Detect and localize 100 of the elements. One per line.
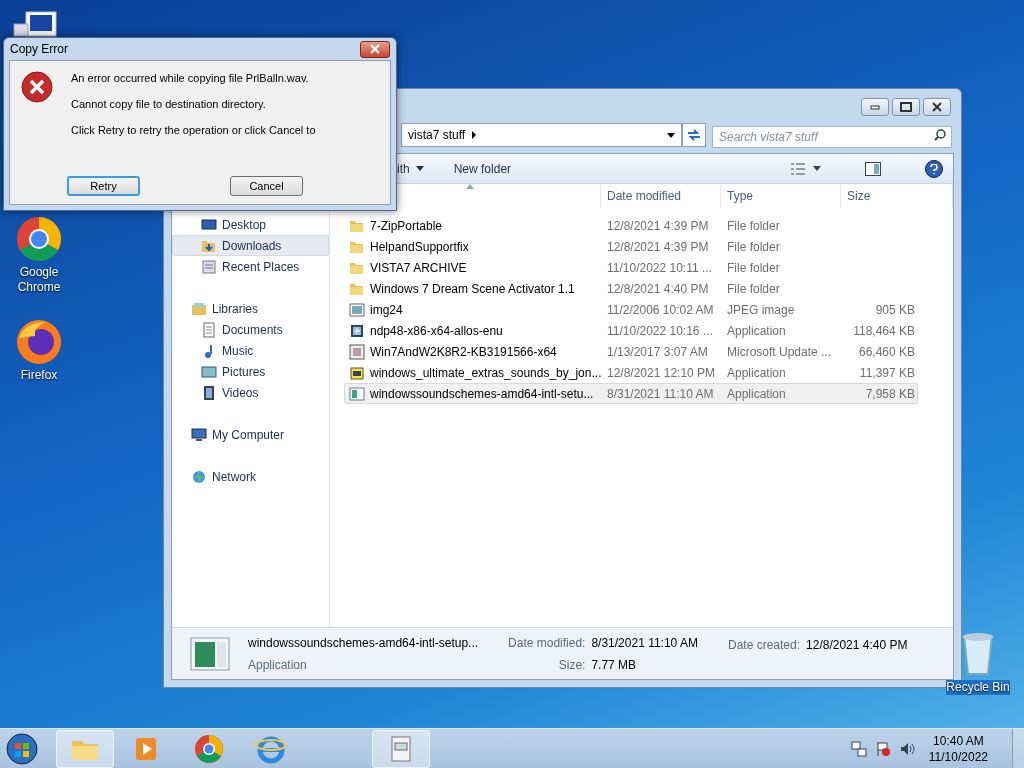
size-cell-text: 118,464 KB [853,322,915,340]
column-header[interactable]: Type [721,184,841,208]
refresh-button[interactable] [682,123,706,147]
date-modified-cell-text: 11/2/2006 10:02 AM [607,301,715,319]
close-button[interactable] [923,98,951,116]
close-icon [932,102,942,112]
type-cell-text: Application [727,385,787,403]
chrome-logo-icon [15,215,63,263]
view-options-button[interactable] [791,162,821,175]
navigation-item[interactable]: Videos [172,382,329,403]
date-modified-cell-text: 12/8/2021 12:10 PM [607,364,717,382]
flag-icon [874,740,891,757]
search-field[interactable]: Search vista7 stuff [712,126,952,148]
navigation-item[interactable]: Network [172,466,329,487]
date-created-value: 12/8/2021 4:40 PM [806,637,908,654]
chevron-right-icon [471,131,478,139]
dropdown-caret-icon [667,132,675,138]
column-header[interactable]: Date modified [601,184,721,208]
close-button[interactable] [360,40,390,58]
network-globe-icon [191,468,207,485]
file-name: VISTA7 ARCHIVE [370,259,467,277]
close-icon [369,44,381,54]
error-message: An error occurred while copying file PrlBalln.wav. [71,71,310,85]
update-package-icon [349,343,365,360]
type-cell-text: Microsoft Update ... [727,343,833,361]
type-cell-text: JPEG image [727,301,796,319]
pictures-icon [201,363,217,380]
column-header[interactable]: Size [841,184,953,208]
type-cell-text: File folder [727,217,781,235]
recent-places-icon [201,258,217,275]
size-cell-text: 11,397 KB [859,364,915,382]
computer-icon [191,426,207,443]
file-name: 7-ZipPortable [370,217,443,235]
setup-icon [349,364,365,381]
desktop-icon-label[interactable]: Firefox [20,368,58,383]
file-row[interactable]: VISTA7 ARCHIVE 11/10/2022 10:11 ... File folder [344,257,918,278]
address-bar[interactable]: vista7 stuff [401,123,682,147]
navigation-item[interactable]: Documents [172,319,329,340]
date-modified-cell-text: 12/8/2021 4:39 PM [607,217,710,235]
dropdown-caret-icon [813,166,821,171]
size-cell-text: 7,958 KB [865,385,915,403]
dropdown-caret-icon [415,166,424,171]
chrome-logo-icon [193,732,225,765]
type-cell-text: File folder [727,238,781,256]
search-icon [934,129,946,141]
size-cell-text: 66,460 KB [858,343,915,361]
navigation-item[interactable]: Recent Places [172,256,329,277]
type-cell-text: File folder [727,280,781,298]
file-name: img24 [370,301,403,319]
date-modified-cell-text: 12/8/2021 4:40 PM [607,280,710,298]
clock-date[interactable]: 11/10/2022 [928,748,988,765]
breadcrumb-item[interactable]: vista7 stuff [408,126,466,144]
maximize-button[interactable] [892,98,920,116]
dialog-button[interactable]: Retry [67,176,140,196]
toolbar-button[interactable]: New folder [453,159,512,178]
refresh-arrows-icon [686,128,702,142]
navigation-item[interactable]: My Computer [172,424,329,445]
navigation-item[interactable]: Desktop [172,214,329,235]
computer-icon [12,10,60,38]
film-icon [201,384,217,401]
libraries-icon [191,300,207,317]
file-row[interactable]: windowssoundschemes-amd64-intl-setu... 8/31/2021 11:10 AM Application 7,958 KB [344,383,918,404]
date-modified-cell-text: 11/10/2022 10:16 ... [607,322,714,340]
navigation-item[interactable]: Downloads [172,235,329,256]
date-modified-label: Date modified: [507,634,586,652]
application-icon [190,636,230,671]
desktop-icon [201,216,217,233]
dialog-title: Copy Error [10,41,68,58]
image-file-icon [349,301,365,318]
clock-time[interactable]: 10:40 AM [933,732,984,749]
desktop-icon-label[interactable]: Google Chrome [4,265,74,295]
type-cell-text: File folder [727,259,781,277]
date-modified-cell-text: 8/31/2021 11:10 AM [607,385,715,403]
help-button[interactable] [925,159,943,178]
preview-pane-icon [865,161,881,176]
file-row[interactable]: 7-ZipPortable 12/8/2021 4:39 PM File folder [344,215,918,236]
file-name: ndp48-x86-x64-allos-enu [370,322,503,340]
toolbar-button[interactable]: ith [397,159,424,178]
navigation-item[interactable]: Libraries [172,298,329,319]
file-row[interactable]: windows_ultimate_extras_sounds_by_jon... 12/8/2021 12:10 PM Application 11,397 KB [344,362,918,383]
type-cell-text: Application [727,322,787,340]
navigation-item[interactable]: Pictures [172,361,329,382]
file-row[interactable]: ndp48-x86-x64-allos-enu 11/10/2022 10:16 ... Application 118,464 KB [344,320,918,341]
file-row[interactable]: HelpandSupportfix 12/8/2021 4:39 PM File folder [344,236,918,257]
file-row[interactable]: Win7AndW2K8R2-KB3191566-x64 1/13/2017 3:07 AM Microsoft Update ... 66,460 KB [344,341,918,362]
dialog-button[interactable]: Cancel [230,176,303,196]
application-icon [349,385,365,402]
navigation-item[interactable]: Music [172,340,329,361]
documents-icon [201,321,217,338]
maximize-icon [900,102,912,112]
file-row[interactable]: Windows 7 Dream Scene Activator 1.1 12/8/2021 4:40 PM File folder [344,278,918,299]
file-row[interactable]: img24 11/2/2006 10:02 AM JPEG image 905 KB [344,299,918,320]
preview-pane-button[interactable] [865,161,881,176]
file-name: Windows 7 Dream Scene Activator 1.1 [370,280,575,298]
date-modified-cell-text: 1/13/2017 3:07 AM [607,343,709,361]
file-name: windows_ultimate_extras_sounds_by_jon... [370,364,602,382]
file-name: Win7AndW2K8R2-KB3191566-x64 [370,343,557,361]
file-size-value: 7.77 MB [591,656,638,674]
desktop-icon-label[interactable]: Recycle Bin [946,680,1010,695]
selected-file-name: windowssoundschemes-amd64-intl-setup... [248,634,480,652]
